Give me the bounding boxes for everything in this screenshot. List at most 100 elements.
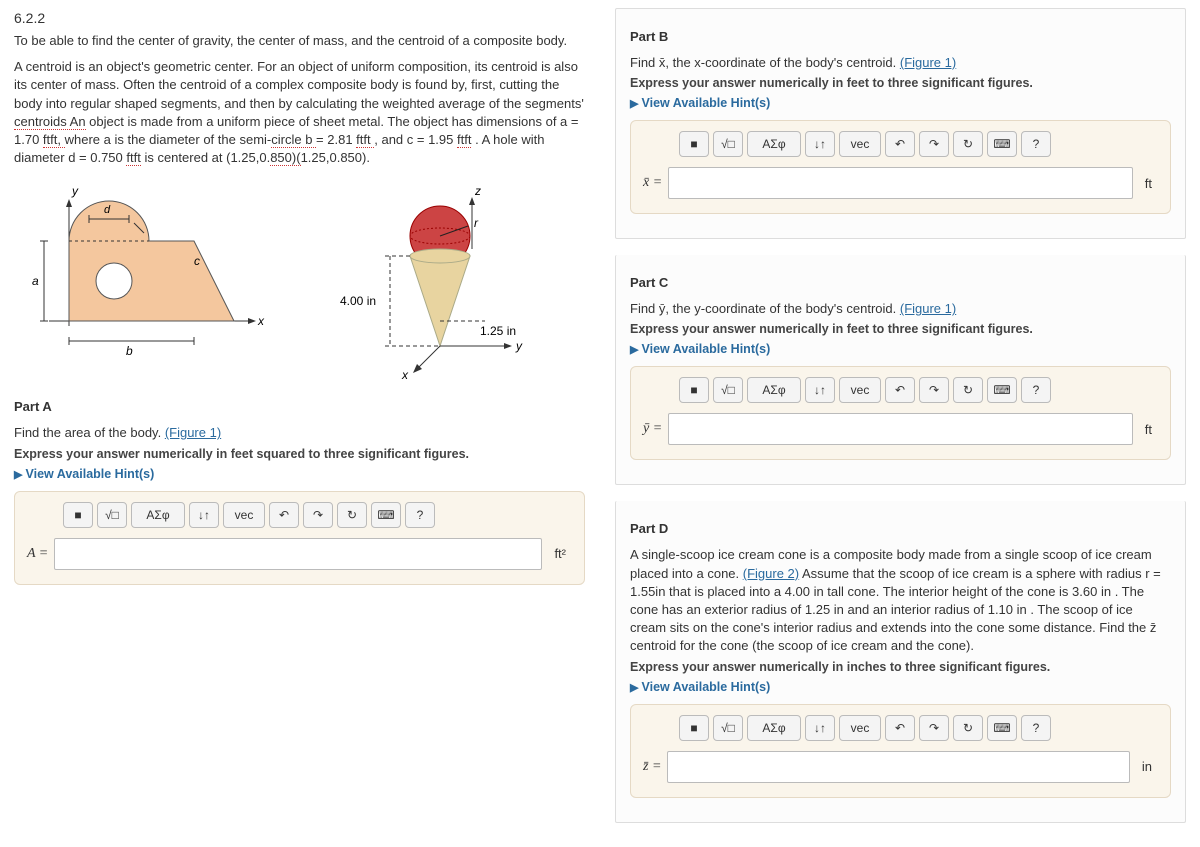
part-d-answer-panel: ■ √□ ΑΣφ ↓↑ vec ↶ ↷ ↻ ⌨ ? z̄ = in bbox=[630, 704, 1171, 798]
text: , and c = 1.95 bbox=[374, 132, 457, 147]
greek-button[interactable]: ΑΣφ bbox=[747, 377, 801, 403]
figure-1: y x d bbox=[14, 181, 280, 381]
text: 1.25,0.850). bbox=[301, 150, 370, 165]
part-c-hints[interactable]: View Available Hint(s) bbox=[630, 342, 1171, 356]
redo-button[interactable]: ↷ bbox=[919, 377, 949, 403]
part-c-title: Part C bbox=[630, 275, 1171, 290]
help-button[interactable]: ? bbox=[1021, 715, 1051, 741]
undo-button[interactable]: ↶ bbox=[885, 377, 915, 403]
answer-var-label: z̄ = bbox=[643, 759, 661, 775]
undo-button[interactable]: ↶ bbox=[885, 715, 915, 741]
part-c-instruction: Express your answer numerically in feet … bbox=[630, 322, 1171, 336]
text: = 2.81 bbox=[316, 132, 356, 147]
undo-button[interactable]: ↶ bbox=[269, 502, 299, 528]
text: ftft bbox=[457, 132, 471, 148]
part-c-prompt: Find ȳ, the y-coordinate of the body's c… bbox=[630, 300, 1171, 318]
answer-input[interactable] bbox=[668, 167, 1133, 199]
text: ftft bbox=[356, 132, 374, 148]
svg-text:c: c bbox=[194, 254, 200, 268]
answer-var-label: x̄ = bbox=[643, 175, 662, 191]
answer-var-label: ȳ = bbox=[643, 421, 662, 437]
greek-button[interactable]: ΑΣφ bbox=[131, 502, 185, 528]
subscript-button[interactable]: ↓↑ bbox=[805, 131, 835, 157]
vec-button[interactable]: vec bbox=[839, 131, 881, 157]
part-d-hints[interactable]: View Available Hint(s) bbox=[630, 680, 1171, 694]
answer-input[interactable] bbox=[667, 751, 1129, 783]
help-button[interactable]: ? bbox=[1021, 377, 1051, 403]
reset-button[interactable]: ↻ bbox=[337, 502, 367, 528]
subscript-button[interactable]: ↓↑ bbox=[805, 377, 835, 403]
part-d-title: Part D bbox=[630, 521, 1171, 536]
subscript-button[interactable]: ↓↑ bbox=[805, 715, 835, 741]
answer-unit: ft bbox=[1139, 418, 1158, 441]
template-button[interactable]: ■ bbox=[679, 377, 709, 403]
sqrt-button[interactable]: √□ bbox=[713, 377, 743, 403]
help-button[interactable]: ? bbox=[1021, 131, 1051, 157]
text: ftft bbox=[126, 150, 140, 166]
text: is centered at (1.25,0. bbox=[141, 150, 270, 165]
sqrt-button[interactable]: √□ bbox=[713, 715, 743, 741]
learning-objective: To be able to find the center of gravity… bbox=[14, 32, 585, 50]
help-button[interactable]: ? bbox=[405, 502, 435, 528]
sqrt-button[interactable]: √□ bbox=[97, 502, 127, 528]
text: Find ȳ, the y-coordinate of the body's c… bbox=[630, 301, 900, 316]
part-a-hints[interactable]: View Available Hint(s) bbox=[14, 467, 585, 481]
part-d-section: Part D A single-scoop ice cream cone is … bbox=[615, 501, 1186, 822]
text: Find the area of the body. bbox=[14, 425, 165, 440]
part-c-answer-panel: ■ √□ ΑΣφ ↓↑ vec ↶ ↷ ↻ ⌨ ? ȳ = ft bbox=[630, 366, 1171, 460]
part-d-prompt: A single-scoop ice cream cone is a compo… bbox=[630, 546, 1171, 655]
redo-button[interactable]: ↷ bbox=[303, 502, 333, 528]
part-d-instruction: Express your answer numerically in inche… bbox=[630, 660, 1171, 674]
keyboard-button[interactable]: ⌨ bbox=[987, 377, 1017, 403]
answer-unit: in bbox=[1136, 755, 1158, 778]
text: centroids An bbox=[14, 114, 86, 130]
template-button[interactable]: ■ bbox=[63, 502, 93, 528]
reset-button[interactable]: ↻ bbox=[953, 131, 983, 157]
redo-button[interactable]: ↷ bbox=[919, 131, 949, 157]
svg-text:b: b bbox=[126, 344, 133, 358]
figure-link[interactable]: (Figure 2) bbox=[743, 566, 799, 581]
vec-button[interactable]: vec bbox=[839, 377, 881, 403]
answer-input[interactable] bbox=[668, 413, 1133, 445]
part-a-answer-panel: ■ √□ ΑΣφ ↓↑ vec ↶ ↷ ↻ ⌨ ? A = ft² bbox=[14, 491, 585, 585]
redo-button[interactable]: ↷ bbox=[919, 715, 949, 741]
answer-input[interactable] bbox=[54, 538, 542, 570]
part-b-section: Part B Find x̄, the x-coordinate of the … bbox=[615, 8, 1186, 239]
keyboard-button[interactable]: ⌨ bbox=[371, 502, 401, 528]
part-b-hints[interactable]: View Available Hint(s) bbox=[630, 96, 1171, 110]
axis-x-label: x bbox=[257, 314, 265, 328]
part-a-title: Part A bbox=[14, 399, 585, 414]
keyboard-button[interactable]: ⌨ bbox=[987, 715, 1017, 741]
vec-button[interactable]: vec bbox=[223, 502, 265, 528]
toolbar: ■ √□ ΑΣφ ↓↑ vec ↶ ↷ ↻ ⌨ ? bbox=[679, 715, 1158, 741]
undo-button[interactable]: ↶ bbox=[885, 131, 915, 157]
text: where a is the diameter of the semi- bbox=[65, 132, 272, 147]
greek-button[interactable]: ΑΣφ bbox=[747, 715, 801, 741]
part-a-prompt: Find the area of the body. (Figure 1) bbox=[14, 424, 585, 442]
text: 850)( bbox=[270, 150, 300, 166]
reset-button[interactable]: ↻ bbox=[953, 377, 983, 403]
vec-button[interactable]: vec bbox=[839, 715, 881, 741]
figure-link[interactable]: (Figure 1) bbox=[900, 55, 956, 70]
figure-link[interactable]: (Figure 1) bbox=[165, 425, 221, 440]
answer-var-label: A = bbox=[27, 546, 48, 562]
figure-link[interactable]: (Figure 1) bbox=[900, 301, 956, 316]
greek-button[interactable]: ΑΣφ bbox=[747, 131, 801, 157]
part-c-section: Part C Find ȳ, the y-coordinate of the b… bbox=[615, 255, 1186, 485]
svg-text:d: d bbox=[104, 204, 111, 216]
figure-2: z r 4.00 in bbox=[320, 181, 586, 381]
subscript-button[interactable]: ↓↑ bbox=[189, 502, 219, 528]
svg-text:z: z bbox=[474, 184, 481, 198]
keyboard-button[interactable]: ⌨ bbox=[987, 131, 1017, 157]
svg-text:x: x bbox=[401, 368, 409, 381]
svg-text:4.00 in: 4.00 in bbox=[340, 294, 376, 308]
text: circle b bbox=[271, 132, 316, 148]
answer-unit: ft bbox=[1139, 172, 1158, 195]
template-button[interactable]: ■ bbox=[679, 131, 709, 157]
reset-button[interactable]: ↻ bbox=[953, 715, 983, 741]
template-button[interactable]: ■ bbox=[679, 715, 709, 741]
sqrt-button[interactable]: √□ bbox=[713, 131, 743, 157]
toolbar: ■ √□ ΑΣφ ↓↑ vec ↶ ↷ ↻ ⌨ ? bbox=[679, 131, 1158, 157]
part-b-instruction: Express your answer numerically in feet … bbox=[630, 76, 1171, 90]
answer-unit: ft² bbox=[548, 542, 572, 565]
